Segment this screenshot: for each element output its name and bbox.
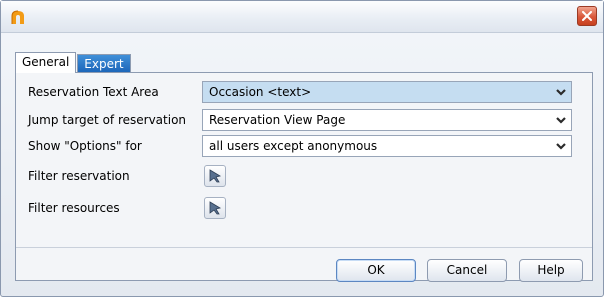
dialog-window: General Expert Reservation Text Area Occ… (0, 0, 604, 297)
close-button[interactable] (577, 6, 597, 26)
jump-target-select[interactable]: Reservation View Page (202, 109, 572, 131)
jump-target-value: Reservation View Page (209, 113, 346, 127)
chevron-down-icon (556, 143, 566, 150)
dialog-body: General Expert Reservation Text Area Occ… (9, 37, 593, 287)
filter-reservation-label: Filter reservation (28, 169, 130, 183)
chevron-down-icon (556, 117, 566, 124)
filter-edit-icon (209, 169, 222, 183)
filter-reservation-button[interactable] (204, 165, 226, 187)
title-bar[interactable] (1, 1, 603, 33)
show-options-label: Show "Options" for (28, 139, 142, 153)
help-button[interactable]: Help (519, 259, 583, 282)
show-options-value: all users except anonymous (209, 139, 378, 153)
show-options-select[interactable]: all users except anonymous (202, 135, 572, 157)
app-logo-icon (11, 10, 24, 24)
reservation-text-area-select[interactable]: Occasion <text> (202, 81, 572, 103)
ok-button[interactable]: OK (336, 259, 416, 282)
filter-resources-label: Filter resources (28, 201, 120, 215)
button-separator (16, 247, 592, 248)
close-icon (582, 11, 592, 21)
reservation-text-area-label: Reservation Text Area (28, 85, 159, 99)
tab-strip: General Expert (15, 52, 131, 73)
filter-edit-icon (209, 201, 222, 215)
reservation-text-area-value: Occasion <text> (209, 85, 312, 99)
tab-expert[interactable]: Expert (77, 54, 131, 73)
general-panel: Reservation Text Area Occasion <text> Ju… (15, 72, 593, 282)
jump-target-label: Jump target of reservation (28, 113, 187, 127)
tab-general[interactable]: General (15, 52, 77, 73)
cancel-button[interactable]: Cancel (427, 259, 507, 282)
filter-resources-button[interactable] (204, 197, 226, 219)
chevron-down-icon (556, 89, 566, 96)
